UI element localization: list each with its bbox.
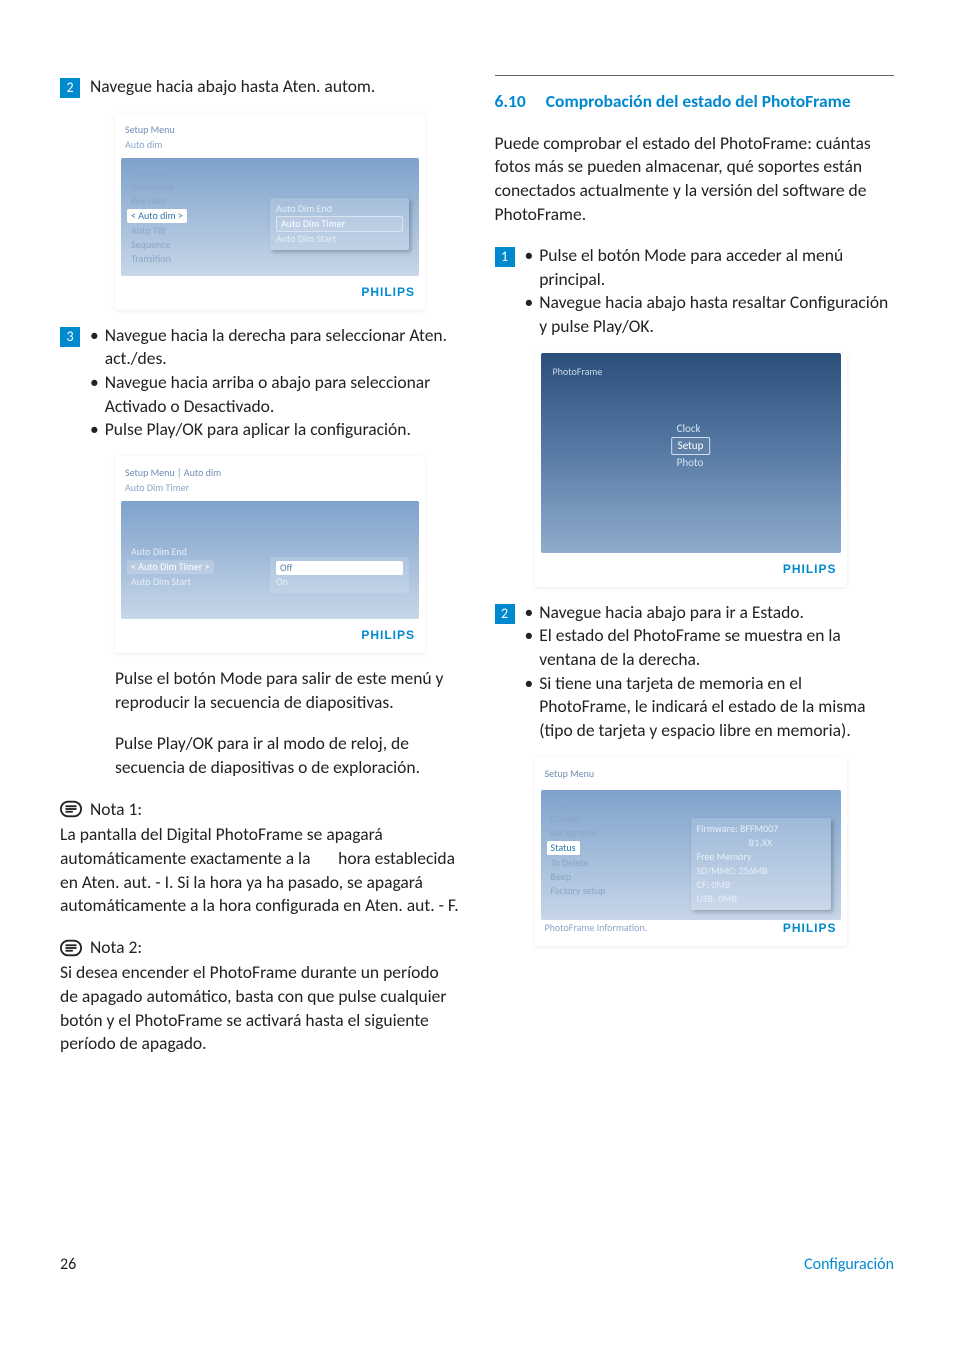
shot3-brand-small: PhotoFrame xyxy=(553,365,603,379)
note2-row: Nota 2: xyxy=(60,936,460,960)
step3-b2: Pulse Play/OK para aplicar la configurac… xyxy=(105,418,411,442)
section-title: Comprobación del estado del PhotoFrame xyxy=(546,90,851,114)
shot2-left-pane: Auto Dim End < Auto Dim Timer > Auto Dim… xyxy=(121,501,270,619)
shot4-ri-3: SD/MMC: 256MB xyxy=(697,864,825,878)
r1-b1: Navegue hacia abajo hasta resaltar Confi… xyxy=(539,291,894,338)
shot2-li-2: Auto Dim Start xyxy=(131,575,260,589)
r2-b1: El estado del PhotoFrame se muestra en l… xyxy=(539,624,894,671)
shot4-ri-2: Free Memory xyxy=(697,850,825,864)
shot4-li-1: Collage xyxy=(551,812,681,826)
shot4-li-3: Status xyxy=(547,841,580,855)
section-head: 6.10 Comprobación del estado del PhotoFr… xyxy=(495,90,895,114)
shot4-brand: PHILIPS xyxy=(783,920,837,936)
shot4-li-5: Beep xyxy=(551,870,681,884)
screenshot-status: Setup Menu Frequency Collage Background … xyxy=(535,757,847,947)
shot4-footer-left: PhotoFrame Information. xyxy=(545,921,648,935)
right-step-1: 1 Pulse el botón Mode para acceder al me… xyxy=(495,244,895,339)
left-para1: Pulse el botón Mode para salir de este m… xyxy=(115,667,460,714)
note1-body: La pantalla del Digital PhotoFrame se ap… xyxy=(60,823,460,918)
left-para2: Pulse Play/OK para ir al modo de reloj, … xyxy=(115,732,460,779)
step-badge-r2: 2 xyxy=(495,604,515,624)
shot4-li-0: Frequency xyxy=(551,798,681,812)
step-badge-2: 2 xyxy=(60,78,80,98)
shot3-mi-0: Clock xyxy=(671,421,711,437)
shot2-li-1: < Auto Dim Timer > xyxy=(127,560,214,574)
screenshot-main-menu: PhotoFrame Clock Setup Photo PHILIPS xyxy=(535,353,847,587)
footer-section: Configuración xyxy=(804,1254,894,1276)
shot2-li-0: Auto Dim End xyxy=(131,545,260,559)
shot4-right-pane: Firmware: BFFM007 B1.XX Free Memory SD/M… xyxy=(691,790,841,920)
r2-b2: Si tiene una tarjeta de memoria en el Ph… xyxy=(539,672,894,743)
shot3-brand: PHILIPS xyxy=(783,561,837,577)
shot1-li-5: Sequence xyxy=(131,238,260,252)
shot1-li-1: Brightness xyxy=(131,180,260,194)
r1-b0: Pulse el botón Mode para acceder al menú… xyxy=(539,244,894,291)
shot1-ri-1: Auto Dim Timer xyxy=(276,216,403,232)
note1-row: Nota 1: xyxy=(60,798,460,822)
shot1-ri-0: Auto Dim End xyxy=(276,202,403,216)
screenshot-setup-autodim: Setup Menu Auto dim Language Brightness … xyxy=(115,113,425,310)
step-3: 3 Navegue hacia la derecha para seleccio… xyxy=(60,324,460,442)
shot2-brand: PHILIPS xyxy=(361,627,415,643)
shot1-li-2: Key Help xyxy=(131,194,260,208)
note-icon xyxy=(60,798,82,820)
r2-b0: Navegue hacia abajo para ir a Estado. xyxy=(539,601,804,625)
step3-b1: Navegue hacia arriba o abajo para selecc… xyxy=(105,371,460,418)
shot2-right-pane: Off On xyxy=(270,501,419,619)
shot4-ri-1: B1.XX xyxy=(697,836,825,850)
right-step-2: 2 Navegue hacia abajo para ir a Estado. … xyxy=(495,601,895,743)
shot2-ri-1: On xyxy=(276,575,403,589)
step-badge-3: 3 xyxy=(60,327,80,347)
shot1-li-3: < Auto dim > xyxy=(127,209,187,223)
shot1-left-pane: Language Brightness Key Help < Auto dim … xyxy=(121,158,270,276)
shot1-sub: Auto dim xyxy=(115,138,425,158)
step-badge-r1: 1 xyxy=(495,247,515,267)
step-2: 2 Navegue hacia abajo hasta Aten. autom. xyxy=(60,75,460,99)
shot2-ri-0: Off xyxy=(276,561,403,575)
shot4-li-4: To Delete xyxy=(551,856,681,870)
page-number: 26 xyxy=(60,1254,76,1276)
shot1-li-0: Language xyxy=(131,166,260,180)
shot3-mi-2: Photo xyxy=(671,455,711,471)
screenshot-autodim-timer: Setup Menu | Auto dim Auto Dim Timer Aut… xyxy=(115,456,425,653)
shot1-brand: PHILIPS xyxy=(361,284,415,300)
step-2-text: Navegue hacia abajo hasta Aten. autom. xyxy=(90,75,460,99)
shot4-head: Setup Menu xyxy=(535,757,847,783)
page-footer: 26 Configuración xyxy=(60,1254,894,1276)
shot4-ri-4: CF: 0MB xyxy=(697,878,825,892)
shot4-left-pane: Frequency Collage Background Status To D… xyxy=(541,790,691,920)
shot2-head: Setup Menu | Auto dim xyxy=(115,456,425,482)
section-number: 6.10 xyxy=(495,90,526,114)
note1-label: Nota 1: xyxy=(90,798,142,822)
shot3-mi-1: Setup xyxy=(671,437,711,455)
shot2-sub: Auto Dim Timer xyxy=(115,481,425,501)
note-icon xyxy=(60,937,82,959)
shot1-ri-2: Auto Dim Start xyxy=(276,232,403,246)
shot4-li-6: Factory setup xyxy=(551,884,681,898)
right-intro: Puede comprobar el estado del PhotoFrame… xyxy=(495,132,895,227)
shot1-li-6: Transition xyxy=(131,252,260,266)
shot4-ri-5: USB: 0MB xyxy=(697,892,825,906)
shot1-head: Setup Menu xyxy=(115,113,425,139)
shot4-li-2: Background xyxy=(551,826,681,840)
step3-b0: Navegue hacia la derecha para selecciona… xyxy=(105,324,460,371)
note2-body: Si desea encender el PhotoFrame durante … xyxy=(60,961,460,1056)
shot1-li-4: Auto Tilt xyxy=(131,224,260,238)
note2-label: Nota 2: xyxy=(90,936,142,960)
shot4-ri-0: Firmware: BFFM007 xyxy=(697,822,825,836)
shot1-right-pane: Auto Dim End Auto Dim Timer Auto Dim Sta… xyxy=(270,158,419,276)
